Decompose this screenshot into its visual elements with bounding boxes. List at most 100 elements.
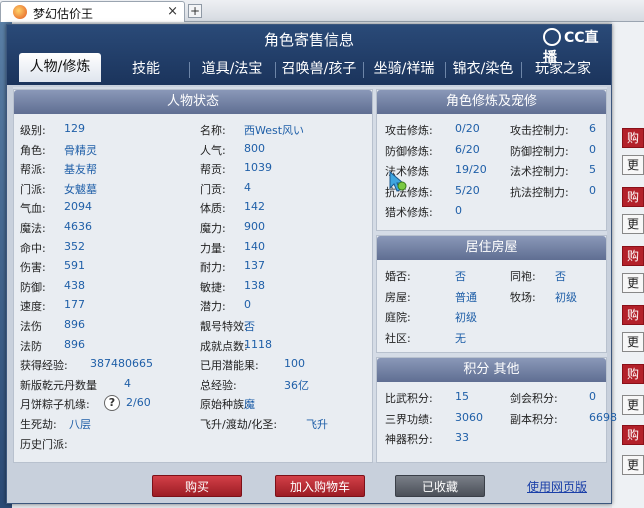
background-more-button[interactable]: 更 [622,395,644,415]
tab-summons[interactable]: 召唤兽/孩子 [277,56,361,82]
status-field-value: 4 [244,180,251,194]
status-field-label: 角色: [20,143,46,157]
status-field-value: 896 [64,337,85,351]
status-field-label: 门派: [20,182,46,196]
add-to-cart-button[interactable]: 加入购物车 [275,475,365,497]
status-field-label: 人气: [200,143,226,157]
status-field-value: 591 [64,259,85,273]
status-field-label: 总经验: [200,378,237,392]
house-panel-title: 居住房屋 [377,236,606,260]
status-field-label: 魔力: [200,222,226,235]
cultivation-field-value: 0 [455,204,462,217]
dialog-tabs: 人物/修炼 技能 道具/法宝 召唤兽/孩子 坐骑/祥瑞 锦衣/染色 玩家之家 [17,52,607,82]
use-web-version-link[interactable]: 使用网页版 [527,478,587,495]
buy-button[interactable]: 购买 [152,475,242,497]
tab-player-home[interactable]: 玩家之家 [523,56,603,82]
cultivation-field-value: 5 [589,163,596,176]
dialog-title: 角色寄售信息 [263,31,354,49]
status-field-value: 900 [244,220,265,233]
house-field-label: 婚否: [385,270,411,283]
status-field-label: 法防 [20,339,42,353]
points-field-label: 三界功绩: [385,412,433,426]
status-field-value: 骨精灵 [64,143,97,157]
background-buy-button[interactable]: 购 [622,187,644,207]
status-field-value: 2094 [64,200,92,214]
tab-items[interactable]: 道具/法宝 [191,56,273,82]
background-buy-button[interactable]: 购 [622,425,644,445]
help-icon[interactable]: ? [104,395,120,412]
house-field-label: 庭院: [385,311,411,324]
background-more-button[interactable]: 更 [622,273,644,293]
house-panel: 居住房屋 婚否: 否同袍: 否房屋: 普通 牧场: 初级 庭院: 初级 社区: 无 [376,235,607,353]
house-field-value: 初级 [555,290,577,304]
role-sale-dialog: 角色寄售信息 CC直播 人物/修炼 技能 道具/法宝 召唤兽/孩子 坐骑/祥瑞 … [6,24,617,504]
cc-logo-icon [543,28,561,46]
points-field-label: 比武积分: [385,392,433,405]
status-field-value: 36亿 [284,378,309,392]
background-more-button[interactable]: 更 [622,332,644,352]
cultivation-field-value: 19/20 [455,163,487,176]
status-field-label: 原始种族: [200,398,248,412]
status-field-label: 飞升/渡劫/化圣: [200,418,278,431]
background-more-button[interactable]: 更 [622,214,644,234]
house-field-label: 社区: [385,331,411,345]
status-field-label: 新版乾元丹数量 [20,378,97,392]
cultivation-field-value: 0 [589,183,596,197]
cultivation-field-value: 6 [589,122,596,135]
favicon-icon [13,5,27,19]
close-icon[interactable]: × [167,4,178,19]
points-field-value: 6698 [589,410,617,424]
tab-separator [445,62,446,78]
house-field-value: 普通 [455,290,477,304]
tab-outfits[interactable]: 锦衣/染色 [447,56,519,82]
status-field-value: 2/60 [126,396,151,410]
status-field-label: 生死劫: [20,418,57,431]
background-buy-button[interactable]: 购 [622,246,644,266]
cultivation-field-value: 0 [589,142,596,156]
tab-separator [521,62,522,78]
tab-mounts[interactable]: 坐骑/祥瑞 [365,56,443,82]
status-field-value: 女魃墓 [64,182,97,196]
points-field-label: 副本积分: [510,412,558,426]
status-field-value: 352 [64,239,85,253]
background-buy-button[interactable]: 购 [622,128,644,148]
house-field-value: 否 [555,270,566,283]
cultivation-panel: 角色修炼及宠修 攻击修炼: 0/20 攻击控制力: 6 防御修炼: 6/20 防御控制力: 0… [376,89,607,231]
status-field-label: 力量: [200,241,226,255]
tab-content: 人物状态 级别: 129 角色: 骨精灵 帮派: 基友帮 门派: 女魃墓 气血: 2094 魔法: 4… [13,87,617,463]
tab-skills[interactable]: 技能 [107,56,185,82]
cultivation-field-label: 法术控制力: [510,165,569,178]
new-tab-button[interactable]: + [188,4,202,18]
status-field-label: 已用潜能果: [200,359,259,373]
tab-separator [363,62,364,78]
tab-separator [275,62,276,78]
status-field-label: 命中: [20,241,46,255]
cultivation-field-value: 0/20 [455,122,480,135]
status-field-label: 级别: [20,124,46,137]
cultivation-field-label: 抗法控制力: [510,185,569,199]
favorited-button[interactable]: 已收藏 [395,475,485,497]
browser-tab[interactable]: 梦幻估价王 × [0,1,185,22]
points-field-label: 剑会积分: [510,392,558,405]
status-field-label: 魔法: [20,222,46,235]
status-field-value: 177 [64,298,85,312]
tab-character[interactable]: 人物/修炼 [19,53,101,82]
status-field-value: 800 [244,141,265,155]
points-panel-title: 积分 其他 [377,358,606,382]
points-panel: 积分 其他 比武积分: 15 剑会积分: 0 三界功绩: 3060 副本积分: 6698 神器积… [376,357,617,463]
points-field-label: 神器积分: [385,433,433,446]
house-field-label: 房屋: [385,290,411,304]
background-buy-button[interactable]: 购 [622,305,644,325]
background-more-button[interactable]: 更 [622,455,644,475]
background-buy-button[interactable]: 购 [622,364,644,384]
status-field-label: 靓号特效: [200,320,248,333]
status-field-label: 防御: [20,280,46,294]
character-status-panel: 人物状态 级别: 129 角色: 骨精灵 帮派: 基友帮 门派: 女魃墓 气血: 2094 魔法: 4… [13,89,373,463]
background-more-button[interactable]: 更 [622,155,644,175]
status-field-label: 月饼粽子机缘: [20,398,90,412]
status-field-label: 帮派: [20,163,46,177]
tab-title: 梦幻估价王 [33,7,94,21]
house-field-value: 初级 [455,311,477,324]
cultivation-field-label: 防御控制力: [510,144,569,158]
status-field-label: 法伤 [20,320,42,333]
